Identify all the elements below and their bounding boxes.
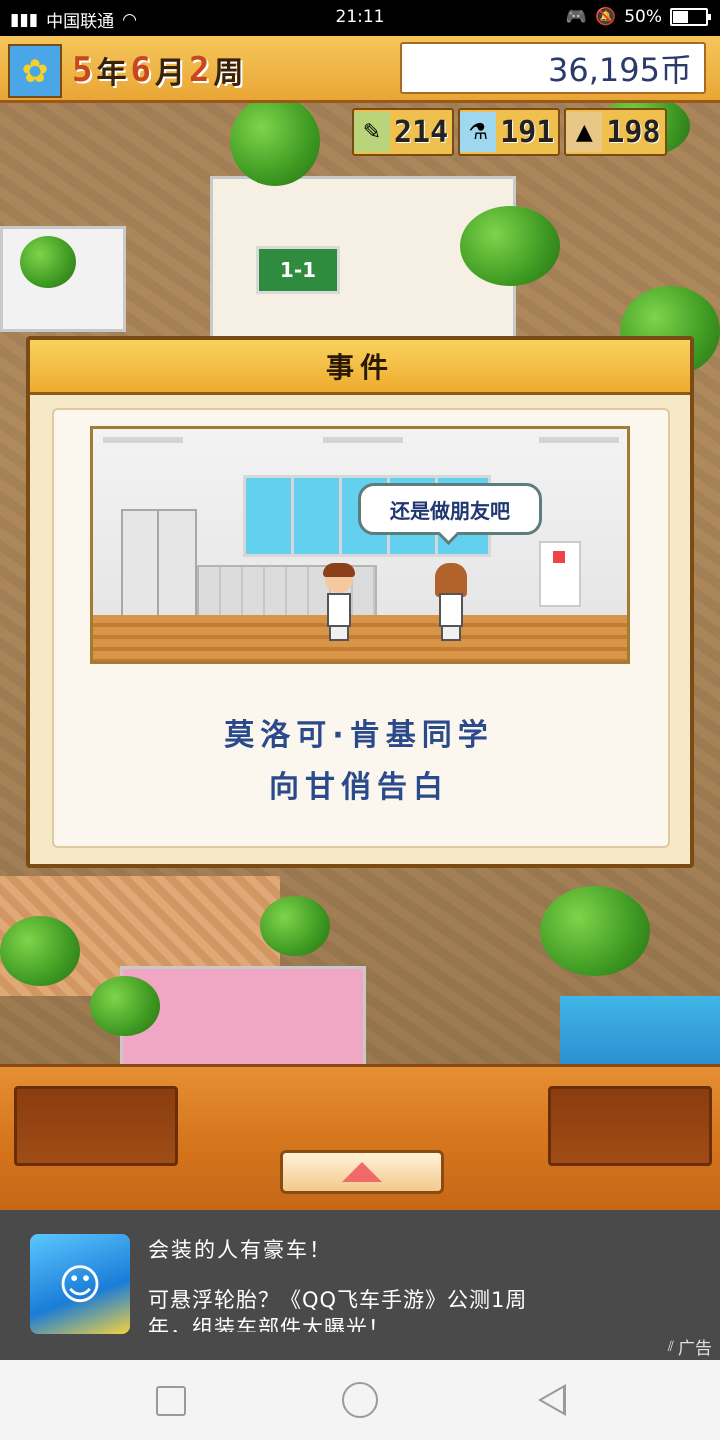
home-button[interactable]: [342, 1382, 378, 1418]
tower-icon: ▲: [566, 112, 603, 152]
speech-bubble: 还是做朋友吧: [358, 483, 542, 535]
back-button[interactable]: [538, 1384, 566, 1416]
money-display[interactable]: 36,195币: [400, 42, 706, 94]
event-scene-image: [90, 426, 630, 664]
tree: [230, 96, 320, 186]
date-month: 6: [130, 50, 151, 90]
scene-locker: [121, 509, 161, 617]
game-date: 5 年 6 月 2 周: [72, 48, 243, 92]
ad-app-icon[interactable]: ☺: [30, 1234, 130, 1334]
recent-apps-button[interactable]: [156, 1386, 186, 1416]
flask-icon: ⚗: [460, 112, 497, 152]
resource-bar: ✎ 214 ⚗ 191 ▲ 198: [352, 108, 667, 156]
pool: [560, 996, 720, 1064]
tree: [540, 886, 650, 976]
ad-logo-icon: ⫽: [667, 1338, 674, 1355]
tree: [20, 236, 76, 288]
ad-label-text: 广告: [678, 1339, 712, 1359]
pencil-icon: ✎: [354, 112, 390, 152]
panel-right-slot[interactable]: [548, 1086, 712, 1166]
sunflower-icon[interactable]: ✿: [8, 44, 62, 98]
ad-label: ⫽ 广告: [667, 1334, 712, 1360]
mute-icon: 🔕: [595, 7, 617, 27]
date-month-unit: 月: [154, 56, 185, 91]
status-bar: ▮▮▮ 中国联通 ◠ 21:11 🎮 🔕 50%: [0, 0, 720, 36]
classroom-sign: 1-1: [256, 246, 340, 294]
event-message-line2: 向甘俏告白: [269, 770, 449, 805]
tree: [460, 206, 560, 286]
date-week: 2: [188, 50, 210, 90]
battery-icon: [670, 8, 711, 26]
resource-flask[interactable]: ⚗ 191: [458, 108, 561, 156]
event-message-line1: 莫洛可·肯基同学: [224, 718, 494, 753]
panel-left-slot[interactable]: [14, 1086, 178, 1166]
scene-locker: [157, 509, 197, 617]
date-year: 5: [72, 50, 93, 90]
battery-percent: 50%: [624, 7, 662, 27]
dialog-title: 事件: [30, 340, 690, 395]
resource-pencil[interactable]: ✎ 214: [352, 108, 455, 156]
expand-menu-button[interactable]: [280, 1150, 444, 1194]
resource-tower[interactable]: ▲ 198: [564, 108, 667, 156]
scene-floor: [93, 615, 627, 661]
character-girl: [433, 563, 469, 641]
ad-description[interactable]: 可悬浮轮胎？《QQ飞车手游》公测1周年，组装车部件大曝光！: [148, 1286, 558, 1332]
money-value: 36,195币: [548, 51, 692, 89]
scene-first-aid-cabinet: [539, 541, 581, 607]
tree: [0, 916, 80, 986]
resource-value: 198: [606, 114, 661, 150]
date-year-unit: 年: [96, 56, 127, 91]
resource-value: 191: [500, 114, 555, 150]
date-week-unit: 周: [213, 56, 244, 91]
character-boy: [321, 563, 357, 641]
ad-title[interactable]: 会装的人有豪车！: [148, 1234, 332, 1264]
tree: [90, 976, 160, 1036]
gamepad-icon: 🎮: [565, 7, 588, 27]
tree: [260, 896, 330, 956]
arrow-up-icon: [342, 1162, 382, 1182]
clock: 21:11: [335, 7, 385, 27]
resource-value: 214: [394, 114, 449, 150]
